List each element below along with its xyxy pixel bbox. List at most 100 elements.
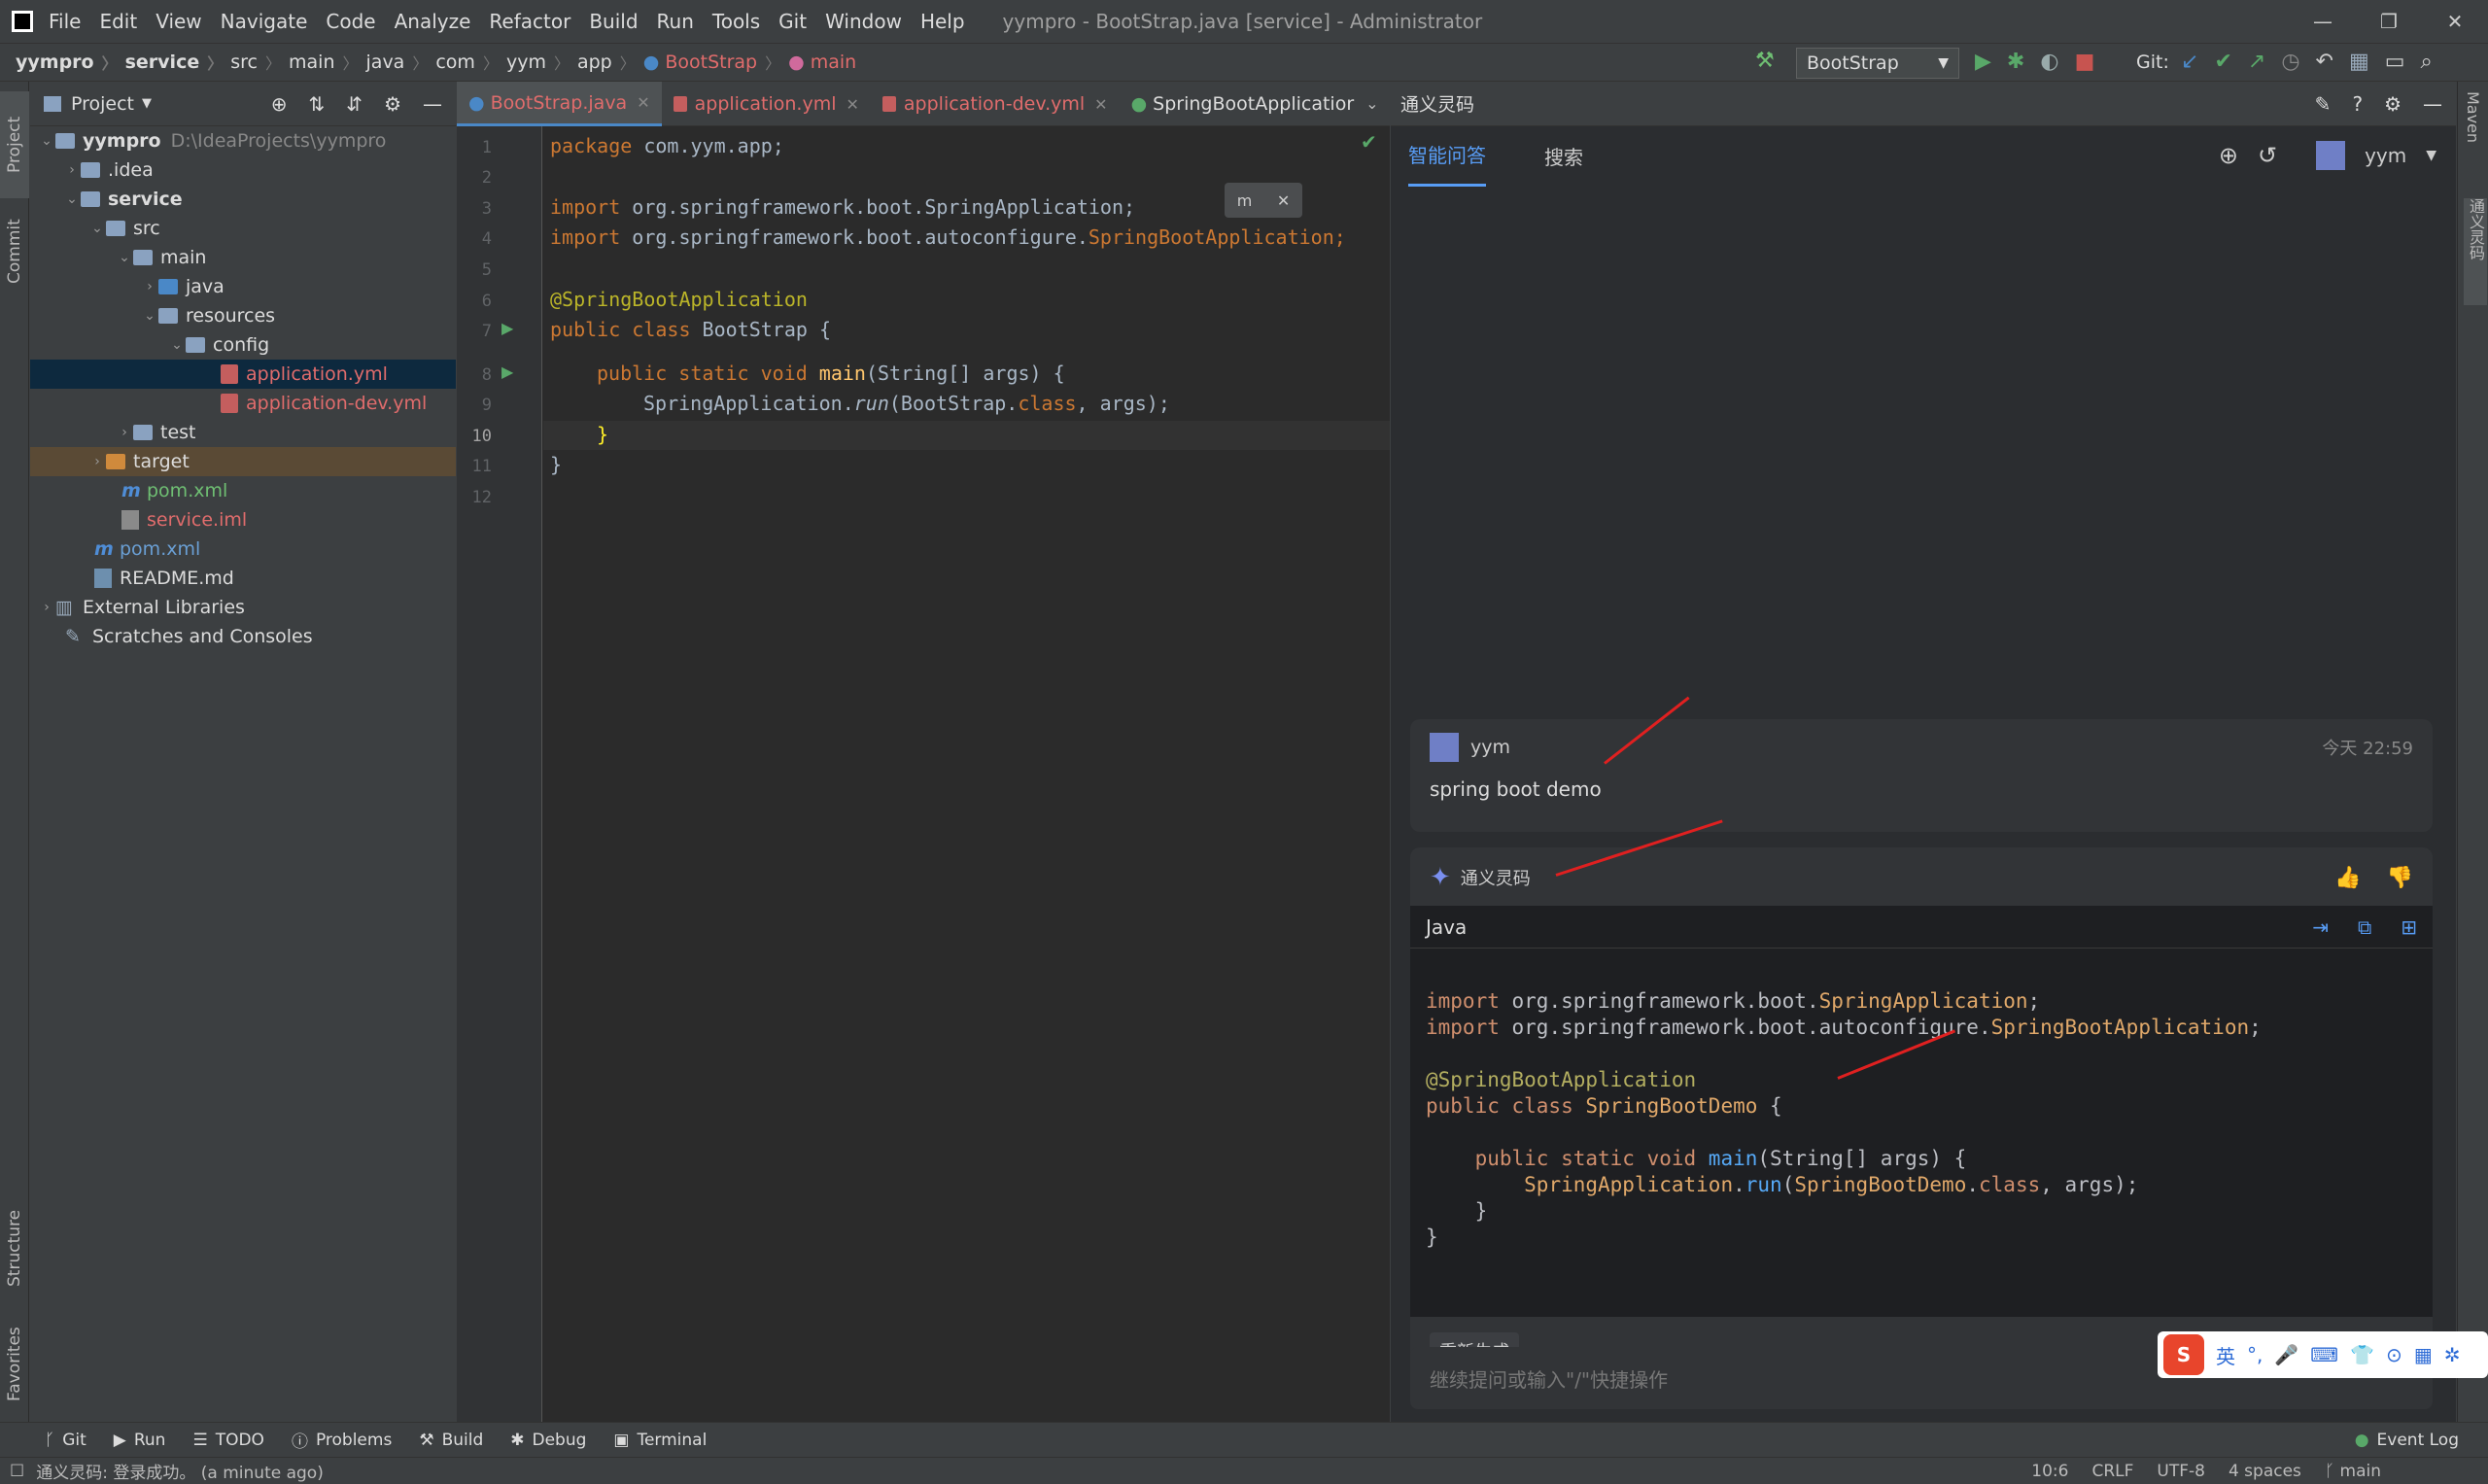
- run-gutter-icon[interactable]: ▶: [501, 319, 513, 337]
- git-push-icon[interactable]: ↗: [2248, 50, 2265, 74]
- tree-item-application-yml[interactable]: application.yml: [30, 360, 456, 389]
- tabs-overflow-chevron-icon[interactable]: ⌄: [1365, 94, 1378, 113]
- punctuation-icon[interactable]: °,: [2247, 1343, 2263, 1366]
- debug-icon[interactable]: ✱: [2007, 50, 2024, 74]
- skin-icon[interactable]: 👕: [2350, 1343, 2374, 1366]
- chevron-down-icon[interactable]: ▼: [2426, 148, 2436, 163]
- breadcrumb-item[interactable]: yym 〉: [506, 51, 577, 74]
- expand-all-icon[interactable]: ⇅: [309, 92, 326, 116]
- settings-gear-icon[interactable]: ⚙: [384, 92, 401, 116]
- menu-refactor[interactable]: Refactor: [489, 10, 570, 33]
- tree-item-src[interactable]: ⌄ src: [30, 214, 456, 243]
- tree-item-application-dev-yml[interactable]: application-dev.yml: [30, 389, 456, 418]
- tab-search[interactable]: 搜索: [1544, 126, 1583, 186]
- menu-help[interactable]: Help: [920, 10, 965, 33]
- menu-navigate[interactable]: Navigate: [221, 10, 308, 33]
- inline-ai-popup[interactable]: m ✕: [1225, 183, 1302, 218]
- close-tab-icon[interactable]: ✕: [1094, 95, 1107, 114]
- commit-tool-tab[interactable]: Commit: [0, 198, 29, 305]
- help-icon[interactable]: ?: [2352, 92, 2363, 116]
- tree-item-java[interactable]: › java: [30, 272, 456, 301]
- sogou-logo-icon[interactable]: S: [2163, 1334, 2204, 1375]
- apps-grid-icon[interactable]: ▦: [2414, 1343, 2433, 1366]
- code-line-9[interactable]: SpringApplication.run(BootStrap.class, a…: [643, 392, 1170, 415]
- tree-item-external-libraries[interactable]: › ▥ External Libraries: [30, 593, 456, 622]
- build-hammer-icon[interactable]: ⚒: [1755, 49, 1775, 73]
- menu-view[interactable]: View: [156, 10, 201, 33]
- git-update-icon[interactable]: ↙: [2181, 50, 2198, 74]
- maven-reload-icon[interactable]: m: [1237, 191, 1253, 210]
- menu-git[interactable]: Git: [778, 10, 807, 33]
- run-config-select[interactable]: BootStrap ▼: [1796, 48, 1959, 79]
- breadcrumb-item[interactable]: main 〉: [289, 51, 366, 74]
- code-line-8[interactable]: public static void main(String[] args) {: [597, 362, 1065, 385]
- search-icon[interactable]: ⌕: [2421, 50, 2433, 74]
- code-line-11[interactable]: }: [550, 453, 562, 476]
- tree-item-yympro[interactable]: ⌄ yympro D:\IdeaProjects\yympro: [30, 126, 456, 155]
- breadcrumb-item[interactable]: src 〉: [230, 51, 289, 74]
- tab-springbootapplication[interactable]: ● SpringBootApplicatior: [1120, 82, 1366, 126]
- breadcrumb-item[interactable]: ● main: [788, 52, 856, 73]
- status-toggle-icon[interactable]: ☐: [10, 1462, 24, 1481]
- ime-settings-icon[interactable]: ✲: [2444, 1343, 2461, 1366]
- menu-window[interactable]: Window: [825, 10, 902, 33]
- restore-icon[interactable]: ❐: [2356, 0, 2422, 43]
- chevron-down-icon[interactable]: ▼: [142, 96, 152, 111]
- git-branch[interactable]: ᚴ main: [2325, 1462, 2381, 1481]
- ime-language-toggle[interactable]: 英: [2216, 1341, 2235, 1369]
- build-tool-tab[interactable]: ⚒ Build: [419, 1431, 483, 1450]
- git-tool-tab[interactable]: ᚴ Git: [45, 1431, 86, 1450]
- menu-code[interactable]: Code: [326, 10, 375, 33]
- close-icon[interactable]: ✕: [2422, 0, 2488, 43]
- menu-file[interactable]: File: [49, 10, 81, 33]
- breadcrumb-item[interactable]: service 〉: [125, 51, 231, 74]
- settings-gear-icon[interactable]: ⚙: [2384, 92, 2402, 116]
- breadcrumb-item[interactable]: yympro 〉: [16, 51, 125, 74]
- problems-tool-tab[interactable]: ⓘ Problems: [292, 1428, 392, 1453]
- game-icon[interactable]: ⊙: [2386, 1343, 2402, 1366]
- run-icon[interactable]: ▶: [1975, 50, 1991, 74]
- history-icon[interactable]: ◷: [2281, 50, 2299, 74]
- tree-item-resources[interactable]: ⌄ resources: [30, 301, 456, 330]
- copy-icon[interactable]: ⧉: [2358, 915, 2371, 939]
- rollback-icon[interactable]: ↶: [2316, 50, 2333, 74]
- status-message[interactable]: 通义灵码: 登录成功。 (a minute ago): [36, 1459, 324, 1483]
- git-commit-icon[interactable]: ✔: [2214, 50, 2231, 74]
- tree-item-readme[interactable]: README.md: [30, 564, 456, 593]
- hide-panel-icon[interactable]: —: [2423, 92, 2442, 116]
- thumbs-down-icon[interactable]: 👎: [2387, 866, 2413, 890]
- menu-edit[interactable]: Edit: [99, 10, 137, 33]
- minimize-icon[interactable]: —: [2290, 0, 2356, 43]
- close-tab-icon[interactable]: ✕: [847, 95, 859, 114]
- insert-code-icon[interactable]: ⇥: [2312, 915, 2329, 939]
- menu-analyze[interactable]: Analyze: [395, 10, 471, 33]
- collapse-all-icon[interactable]: ⇵: [346, 92, 363, 116]
- maven-tool-tab[interactable]: Maven: [2464, 91, 2482, 179]
- close-tab-icon[interactable]: ✕: [637, 93, 649, 112]
- hide-panel-icon[interactable]: —: [423, 92, 442, 116]
- keyboard-icon[interactable]: ⌨: [2310, 1343, 2338, 1366]
- code-line-7[interactable]: public class BootStrap {: [550, 318, 831, 341]
- project-view-select[interactable]: Project: [71, 93, 134, 115]
- avatar[interactable]: [2316, 141, 2346, 170]
- tree-item-service-pom[interactable]: m pom.xml: [30, 476, 456, 505]
- code-line-6[interactable]: @SpringBootApplication: [550, 288, 808, 311]
- tree-item-idea[interactable]: › .idea: [30, 155, 456, 185]
- tree-item-service[interactable]: ⌄ service: [30, 185, 456, 214]
- favorites-tool-tab[interactable]: Favorites: [0, 1306, 29, 1423]
- project-tool-tab[interactable]: Project: [0, 91, 29, 198]
- code-line-3[interactable]: import org.springframework.boot.SpringAp…: [550, 195, 1135, 219]
- menu-build[interactable]: Build: [589, 10, 638, 33]
- code-line-1[interactable]: package com.yym.app;: [550, 134, 784, 157]
- line-separator[interactable]: CRLF: [2091, 1462, 2133, 1481]
- tree-item-scratches[interactable]: ✎ Scratches and Consoles: [30, 622, 456, 651]
- thumbs-up-icon[interactable]: 👍: [2334, 866, 2361, 890]
- breadcrumb-item[interactable]: java 〉: [366, 51, 436, 74]
- tab-smart-qa[interactable]: 智能问答: [1408, 124, 1486, 187]
- window-layout-icon[interactable]: ▭: [2385, 50, 2405, 74]
- menu-tools[interactable]: Tools: [712, 10, 760, 33]
- coverage-icon[interactable]: ◐: [2040, 50, 2058, 74]
- history-icon[interactable]: ↺: [2258, 142, 2277, 169]
- run-gutter-icon[interactable]: ▶: [501, 362, 513, 381]
- structure-tool-tab[interactable]: Structure: [0, 1190, 29, 1306]
